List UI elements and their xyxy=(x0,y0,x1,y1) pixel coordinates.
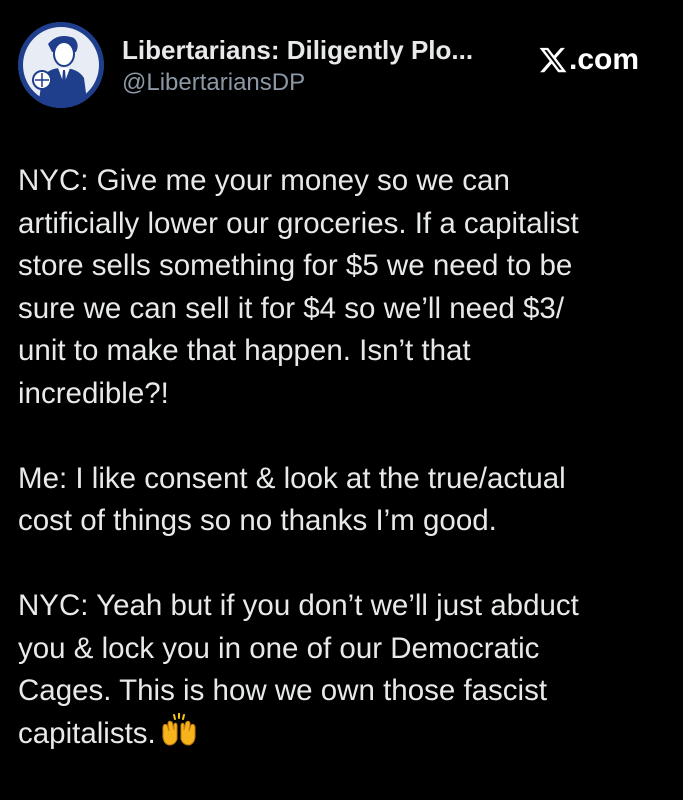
tweet-paragraph-3: NYC: Yeah but if you don’t we’ll just ab… xyxy=(18,585,668,755)
tweet-body: NYC: Give me your money so we can artifi… xyxy=(18,160,668,755)
text-line: NYC: Yeah but if you don’t we’ll just ab… xyxy=(18,589,579,622)
text-line: Me: I like consent & look at the true/ac… xyxy=(18,461,566,495)
tweet-card: Libertarians: Diligently Plo... @Liberta… xyxy=(0,0,683,800)
text-line: sure we can sell it for $4 so we’ll need… xyxy=(18,291,565,325)
site-domain: .com xyxy=(569,43,640,76)
text-line: artificially lower our groceries. If a c… xyxy=(18,206,579,240)
text-line-with-emoji: capitalists. xyxy=(18,712,668,756)
text-line: store sells something for $5 we need to … xyxy=(18,249,573,282)
text-line: capitalists. xyxy=(18,716,156,750)
display-name[interactable]: Libertarians: Diligently Plo... xyxy=(122,34,522,66)
tweet-paragraph-2: Me: I like consent & look at the true/ac… xyxy=(18,458,668,543)
raised-hands-emoji-icon xyxy=(162,712,196,746)
text-line: cost of things so no thanks I’m good. xyxy=(18,504,497,537)
vintage-man-avatar-icon xyxy=(18,22,104,108)
avatar[interactable] xyxy=(18,22,104,108)
tweet-paragraph-1: NYC: Give me your money so we can artifi… xyxy=(18,160,668,415)
author-names: Libertarians: Diligently Plo... @Liberta… xyxy=(122,34,522,98)
user-handle[interactable]: @LibertariansDP xyxy=(122,68,522,98)
text-line: Cages. This is how we own those fascist xyxy=(18,674,548,707)
text-line: incredible?! xyxy=(18,376,169,410)
text-line: you & lock you in one of our Democratic xyxy=(18,631,540,665)
tweet-header: Libertarians: Diligently Plo... @Liberta… xyxy=(18,22,668,112)
x-logo-icon xyxy=(539,47,567,73)
text-line: unit to make that happen. Isn’t that xyxy=(18,334,471,367)
site-watermark: .com xyxy=(538,40,639,80)
text-line: NYC: Give me your money so we can xyxy=(18,164,510,197)
